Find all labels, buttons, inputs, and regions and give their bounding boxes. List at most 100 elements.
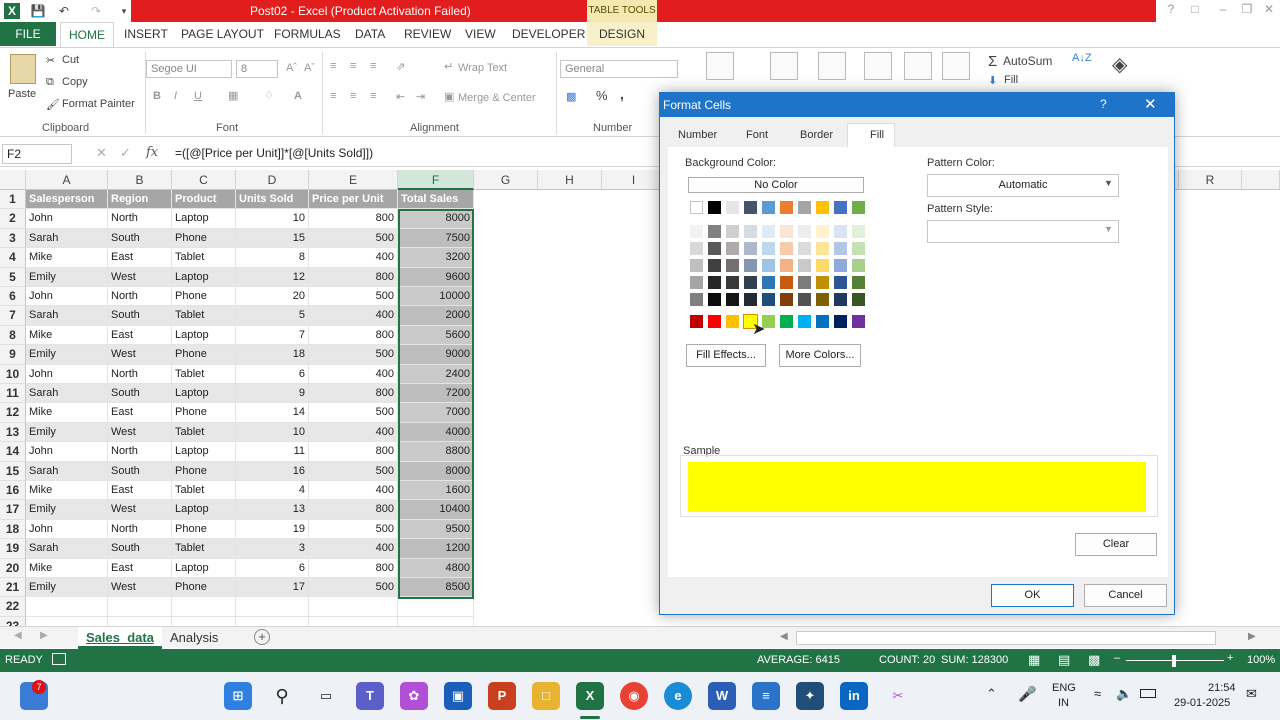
snipping-tool-icon[interactable]: ✂ — [884, 682, 912, 710]
table-cell[interactable]: Phone — [172, 345, 236, 365]
table-cell[interactable]: 9500 — [398, 519, 474, 540]
table-cell[interactable]: 400 — [309, 306, 398, 326]
table-cell[interactable]: 500 — [309, 228, 398, 249]
color-swatch[interactable] — [798, 259, 811, 272]
color-swatch[interactable] — [852, 293, 865, 306]
table-cell[interactable]: 400 — [309, 539, 398, 559]
table-cell[interactable]: Laptop — [172, 267, 236, 287]
microphone-icon[interactable]: 🎤 — [1018, 685, 1037, 703]
column-header-h[interactable]: H — [538, 170, 602, 190]
color-swatch[interactable] — [708, 259, 721, 272]
empty-cell[interactable] — [309, 597, 398, 617]
autosum-button[interactable]: AutoSum — [1003, 54, 1052, 68]
row-header[interactable]: 11 — [0, 384, 26, 404]
table-cell[interactable]: 3 — [236, 539, 309, 559]
table-cell[interactable]: John — [26, 364, 108, 384]
app-icon[interactable]: ✦ — [796, 682, 824, 710]
battery-icon[interactable] — [1140, 689, 1156, 698]
table-cell[interactable]: 16 — [236, 461, 309, 481]
ok-button[interactable]: OK — [991, 584, 1074, 607]
table-cell[interactable]: 800 — [309, 325, 398, 346]
file-explorer-icon[interactable]: □ — [532, 682, 560, 710]
color-swatch[interactable] — [726, 242, 739, 255]
tab-home[interactable]: HOME — [60, 22, 114, 48]
language-region[interactable]: IN — [1058, 697, 1069, 709]
table-cell[interactable]: 8000 — [398, 209, 474, 229]
row-header[interactable]: 17 — [0, 500, 26, 520]
table-cell[interactable]: 20 — [236, 287, 309, 307]
table-cell[interactable]: Phone — [172, 461, 236, 481]
standard-color-swatch[interactable] — [708, 315, 721, 328]
table-header-cell[interactable]: Product — [172, 190, 236, 210]
formula-input[interactable]: =([@[Price per Unit]]*[@[Units Sold]]) — [175, 146, 373, 160]
table-cell[interactable]: West — [108, 500, 172, 520]
color-swatch[interactable] — [798, 225, 811, 238]
table-cell[interactable]: 8800 — [398, 442, 474, 462]
table-cell[interactable]: 500 — [309, 519, 398, 540]
table-cell[interactable]: 19 — [236, 519, 309, 540]
powerpoint-icon[interactable]: P — [488, 682, 516, 710]
table-cell[interactable]: South — [108, 539, 172, 559]
row-header[interactable]: 2 — [0, 209, 26, 229]
tab-insert[interactable]: INSERT — [124, 22, 168, 46]
color-swatch[interactable] — [762, 201, 775, 214]
align-center-icon[interactable]: ≡ — [350, 90, 356, 102]
table-cell[interactable]: Emily — [26, 578, 108, 598]
horizontal-scrollbar[interactable] — [796, 631, 1216, 645]
tab-page-layout[interactable]: PAGE LAYOUT — [181, 22, 264, 46]
table-cell[interactable]: 15 — [236, 228, 309, 249]
wrap-text-icon[interactable]: ↵ — [444, 60, 453, 73]
table-cell[interactable]: Phone — [172, 228, 236, 249]
color-swatch[interactable] — [816, 293, 829, 306]
normal-view-icon[interactable]: ▦ — [1028, 652, 1040, 668]
pattern-style-select[interactable] — [927, 220, 1119, 243]
table-header-cell[interactable]: Salesperson — [26, 190, 108, 210]
table-cell[interactable]: 500 — [309, 578, 398, 598]
color-swatch[interactable] — [780, 259, 793, 272]
color-swatch[interactable] — [726, 225, 739, 238]
table-cell[interactable]: 9 — [236, 384, 309, 404]
language-code[interactable]: ENG — [1052, 682, 1076, 694]
table-cell[interactable]: 500 — [309, 287, 398, 307]
notepad-icon[interactable]: ≡ — [752, 682, 780, 710]
row-header[interactable]: 1 — [0, 190, 26, 210]
empty-cell[interactable] — [108, 597, 172, 617]
search-icon[interactable]: ⚲ — [268, 682, 296, 710]
fill-color-icon[interactable]: ♢ — [264, 89, 274, 102]
table-cell[interactable]: Sarah — [26, 384, 108, 404]
row-header[interactable]: 10 — [0, 364, 26, 384]
standard-color-swatch[interactable] — [816, 315, 829, 328]
table-cell[interactable]: Laptop — [172, 442, 236, 462]
table-cell[interactable]: Emily — [26, 345, 108, 365]
column-header-c[interactable]: C — [172, 170, 236, 190]
table-cell[interactable]: Tablet — [172, 539, 236, 559]
underline-button[interactable]: U — [194, 90, 202, 102]
row-header[interactable]: 21 — [0, 578, 26, 598]
table-cell[interactable]: 7500 — [398, 228, 474, 249]
clear-button[interactable]: Clear — [1075, 533, 1157, 556]
table-cell[interactable]: Emily — [26, 422, 108, 443]
color-swatch[interactable] — [744, 293, 757, 306]
color-swatch[interactable] — [798, 293, 811, 306]
zoom-slider-thumb[interactable] — [1172, 655, 1176, 667]
table-cell[interactable]: Phone — [172, 287, 236, 307]
name-box[interactable]: F2 — [2, 144, 72, 164]
table-cell[interactable]: Tablet — [172, 248, 236, 268]
table-cell[interactable]: Mike — [26, 558, 108, 578]
table-cell[interactable]: 6 — [236, 558, 309, 578]
tab-font[interactable]: Font — [746, 129, 768, 141]
column-header-g[interactable]: G — [474, 170, 538, 190]
row-header[interactable]: 5 — [0, 267, 26, 287]
row-header[interactable]: 13 — [0, 422, 26, 443]
standard-color-swatch[interactable] — [798, 315, 811, 328]
cancel-entry-icon[interactable]: ✕ — [96, 145, 107, 161]
table-cell[interactable]: Tablet — [172, 364, 236, 384]
font-name-select[interactable]: Segoe UI — [146, 60, 232, 78]
table-cell[interactable]: Laptop — [172, 558, 236, 578]
tab-data[interactable]: DATA — [355, 22, 385, 46]
fill-effects-button[interactable]: Fill Effects... — [686, 344, 766, 367]
align-middle-icon[interactable]: ≡ — [350, 60, 356, 72]
task-view-icon[interactable]: ▭ — [312, 682, 340, 710]
table-cell[interactable]: John — [26, 287, 108, 307]
table-cell[interactable]: Laptop — [172, 500, 236, 520]
